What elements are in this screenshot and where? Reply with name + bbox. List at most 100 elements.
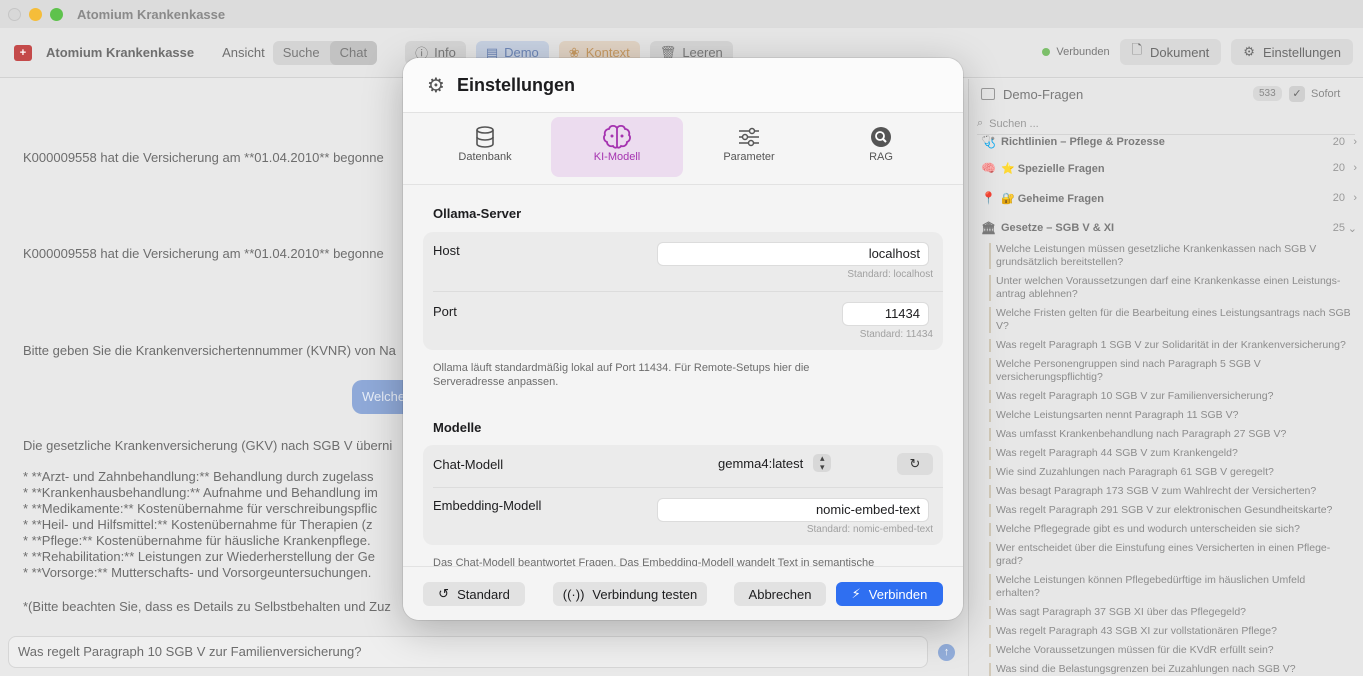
magnifier-icon [815, 123, 947, 151]
gear-icon: ⚙ [427, 74, 445, 97]
list-item[interactable]: Was regelt Paragraph 1 SGB V zur Solidar… [989, 339, 1351, 352]
up-down-chevron-icon: ▴ ▾ [813, 454, 832, 472]
connect-label: Verbinden [868, 586, 928, 602]
category-count: 20 [1332, 192, 1345, 204]
category-gesetze[interactable]: 🏛 Gesetze – SGB V & XI 25 ⌄ [969, 213, 1363, 243]
refresh-icon: ↻ [909, 456, 921, 471]
search-input[interactable]: Suchen ... [989, 118, 1039, 130]
segment-chat[interactable]: Chat [329, 40, 378, 65]
dialog-header: ⚙ Einstellungen [403, 58, 963, 113]
list-item[interactable]: Welche Leistungen können Pflegebedürftig… [989, 574, 1351, 600]
list-item[interactable]: Was regelt Paragraph 291 SGB V zur elekt… [989, 504, 1351, 517]
list-item[interactable]: Welche Voraussetzungen müssen für die KV… [989, 644, 1351, 657]
tab-label: Datenbank [458, 151, 512, 163]
category-label: 🔐 Geheime Fragen [1001, 192, 1104, 205]
standard-button[interactable]: ↺ Standard [423, 582, 525, 606]
list-item: * **Heil- und Hilfsmittel:** Kostenübern… [23, 517, 373, 532]
close-window-button[interactable] [8, 7, 21, 21]
list-item: * **Arzt- und Zahnbehandlung:** Behandlu… [23, 469, 374, 484]
list-item[interactable]: Welche Fristen gelten für die Bearbeitun… [989, 307, 1351, 333]
list-item[interactable]: Welche Pflegegrade gibt es und wodurch u… [989, 523, 1351, 536]
category-count: 25 [1332, 222, 1345, 234]
port-label: Port [433, 304, 457, 319]
settings-dialog: ⚙ Einstellungen Datenbank KI-Modell Para… [403, 58, 963, 620]
tab-ki-modell[interactable]: KI-Modell [551, 117, 683, 177]
settings-tabs: Datenbank KI-Modell Parameter RAG [403, 113, 963, 185]
stethoscope-icon: 🩺 [981, 135, 996, 149]
tab-parameter[interactable]: Parameter [683, 117, 815, 177]
ollama-section-title: Ollama-Server [433, 206, 522, 221]
port-input[interactable]: 11434 [842, 302, 929, 326]
einstellungen-button[interactable]: ⚙ Einstellungen [1231, 39, 1353, 65]
tab-rag[interactable]: RAG [815, 117, 947, 177]
status-dot-icon [1042, 48, 1051, 56]
category-spezielle[interactable]: 🧠 ⭐ Spezielle Fragen 20 › [969, 153, 1363, 183]
category-richtlinien[interactable]: 🩺 Richtlinien – Pflege & Prozesse 20 › [969, 131, 1363, 153]
category-count: 20 [1332, 162, 1345, 174]
chevron-right-icon: › [1353, 192, 1357, 204]
chat-model-select[interactable]: gemma4:latest ▴ ▾ [718, 454, 832, 472]
dialog-body: Ollama-Server Host localhost Standard: l… [403, 186, 963, 566]
zoom-window-button[interactable] [50, 7, 63, 21]
antenna-icon: ((·)) [562, 586, 585, 602]
view-label: Ansicht [222, 45, 265, 60]
connect-button[interactable]: ⚡ Verbinden [836, 582, 943, 606]
list-item[interactable]: Welche Personengruppen sind nach Paragra… [989, 358, 1351, 384]
list-item: * **Rehabilitation:** Leistungen zur Wie… [23, 549, 375, 564]
category-label: Richtlinien – Pflege & Prozesse [1001, 136, 1165, 148]
title-bar: Atomium Krankenkasse [0, 0, 1363, 28]
segment-suche[interactable]: Suche [273, 41, 330, 65]
list-item[interactable]: Was regelt Paragraph 44 SGB V zum Kranke… [989, 447, 1351, 460]
cancel-button[interactable]: Abbrechen [734, 582, 826, 606]
chat-message: K000009558 hat die Versicherung am **01.… [23, 246, 384, 261]
tab-datenbank[interactable]: Datenbank [419, 117, 551, 177]
dokument-label: Dokument [1150, 44, 1210, 60]
list-item[interactable]: Wie sind Zuzahlungen nach Paragraph 61 S… [989, 466, 1351, 479]
cancel-label: Abbrechen [748, 586, 812, 602]
sidebar-title: Demo-Fragen [1003, 86, 1084, 102]
sofort-checkbox[interactable]: ✓ [1289, 86, 1305, 102]
brain-icon: 🧠 [981, 161, 996, 175]
test-connection-button[interactable]: ((·)) Verbindung testen [553, 582, 707, 606]
list-item[interactable]: Was regelt Paragraph 43 SGB XI zur volls… [989, 625, 1351, 638]
chat-message: Bitte geben Sie die Krankenversichertenn… [23, 343, 396, 358]
search-icon: ⌕ [977, 117, 984, 129]
list-item[interactable]: Welche Leistungsarten nennt Paragraph 11… [989, 409, 1351, 422]
chat-model-label: Chat-Modell [433, 457, 504, 472]
reset-icon: ↺ [438, 586, 450, 601]
list-item: * **Krankenhausbehandlung:** Aufnahme un… [23, 485, 378, 500]
embedding-model-input[interactable]: nomic-embed-text [657, 498, 929, 522]
dokument-button[interactable]: 🗋 Dokument [1119, 39, 1222, 65]
minimize-window-button[interactable] [29, 7, 42, 21]
lightning-icon: ⚡ [851, 586, 861, 601]
list-item[interactable]: Unter welchen Voraussetzungen darf eine … [989, 275, 1351, 301]
test-connection-label: Verbindung testen [592, 586, 698, 602]
list-item[interactable]: Was sind die Belastungsgrenzen bei Zuzah… [989, 663, 1351, 676]
refresh-models-button[interactable]: ↻ [897, 453, 933, 475]
demo-questions-sidebar: Demo-Fragen 533 ✓ Sofort ⌕ Suchen ... 🩺 … [968, 79, 1363, 676]
models-section-title: Modelle [433, 420, 482, 435]
connection-status: Verbunden [1056, 46, 1110, 58]
question-list: Welche Leistungen müssen gesetzliche Kra… [969, 243, 1363, 676]
chevron-right-icon: › [1353, 136, 1357, 148]
list-item[interactable]: Was sagt Paragraph 37 SGB XI über das Pf… [989, 606, 1351, 619]
list-item[interactable]: Was regelt Paragraph 10 SGB V zur Famili… [989, 390, 1351, 403]
ollama-note: Ollama läuft standardmäßig lokal auf Por… [433, 362, 810, 388]
list-item[interactable]: Was besagt Paragraph 173 SGB V zum Wahlr… [989, 485, 1351, 498]
einstellungen-label: Einstellungen [1262, 44, 1341, 60]
list-item[interactable]: Wer entscheidet über die Einstufung eine… [989, 542, 1351, 568]
list-item[interactable]: Welche Leistungen müssen gesetzliche Kra… [989, 243, 1351, 269]
category-label: Gesetze – SGB V & XI [1001, 222, 1115, 234]
list-item[interactable]: Was umfasst Krankenbehandlung nach Parag… [989, 428, 1351, 441]
category-geheime[interactable]: 📍 🔐 Geheime Fragen 20 › [969, 183, 1363, 213]
send-button[interactable]: ↑ [938, 644, 955, 661]
list-item: * **Medikamente:** Kostenübernahme für v… [23, 501, 378, 516]
models-group: Chat-Modell gemma4:latest ▴ ▾ ↻ Embedding… [423, 445, 943, 545]
chevron-down-icon: ⌄ [1347, 222, 1357, 235]
sliders-icon [683, 123, 815, 151]
chat-input[interactable]: Was regelt Paragraph 10 SGB V zur Famili… [8, 636, 928, 668]
host-label: Host [433, 243, 460, 258]
chat-bullet-list: * **Arzt- und Zahnbehandlung:** Behandlu… [23, 469, 378, 581]
dialog-footer: ↺ Standard ((·)) Verbindung testen Abbre… [403, 566, 963, 620]
host-input[interactable]: localhost [657, 242, 929, 266]
